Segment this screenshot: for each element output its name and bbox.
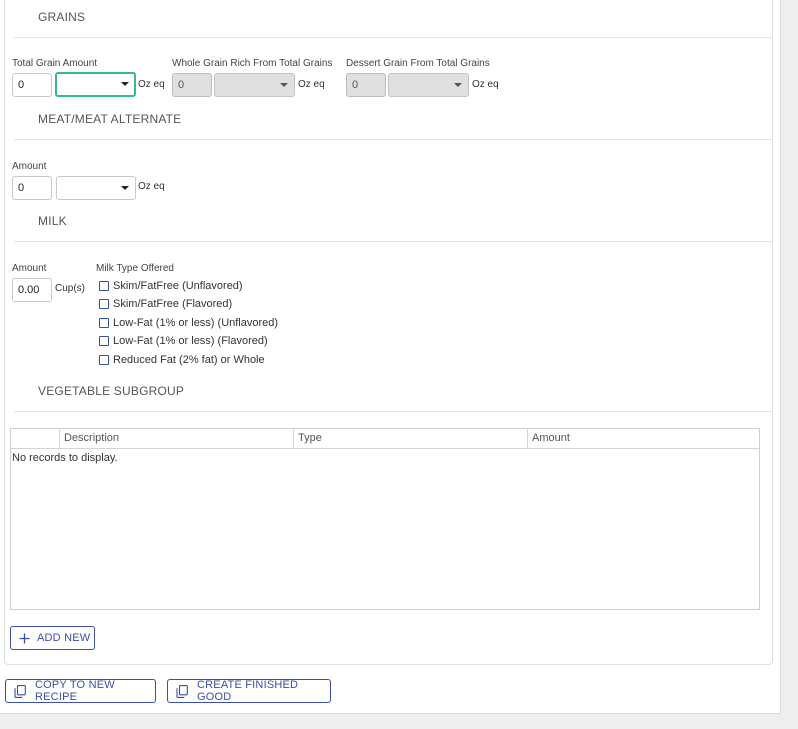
dessert-grain-input: 0: [346, 73, 386, 97]
caret-down-icon: [454, 83, 462, 87]
dessert-grain-unit-dropdown: [388, 73, 469, 97]
whole-grain-input: 0: [172, 73, 212, 97]
milk-type-option[interactable]: Low-Fat (1% or less) (Flavored): [99, 334, 268, 348]
meat-amount-label: Amount: [12, 161, 47, 172]
milk-amount-unit: Cup(s): [55, 283, 86, 294]
caret-down-icon: [121, 82, 129, 86]
meat-amount-input[interactable]: 0: [12, 176, 52, 200]
checkbox[interactable]: [99, 299, 109, 309]
food-components-panel: GRAINS Total Grain Amount 0 Oz eq Whole …: [4, 0, 773, 665]
add-new-button[interactable]: ADD NEW: [10, 626, 95, 650]
milk-type-option[interactable]: Low-Fat (1% or less) (Unflavored): [99, 316, 278, 330]
vegetable-subgroup-grid: Description Type Amount No records to di…: [10, 428, 760, 610]
grid-col-type[interactable]: Type: [293, 429, 527, 449]
copy-to-new-recipe-button[interactable]: COPY TO NEW RECIPE: [5, 679, 156, 703]
meat-unit-text: Oz eq: [138, 181, 165, 192]
dessert-grain-label: Dessert Grain From Total Grains: [346, 58, 490, 69]
grid-col-amount[interactable]: Amount: [527, 429, 759, 449]
whole-grain-label: Whole Grain Rich From Total Grains: [172, 58, 333, 69]
recipe-form-card: GRAINS Total Grain Amount 0 Oz eq Whole …: [0, 0, 781, 714]
vegetable-section-title: VEGETABLE SUBGROUP: [38, 384, 185, 398]
grid-col-select[interactable]: [11, 429, 60, 449]
milk-section-title: MILK: [38, 214, 67, 228]
checkbox[interactable]: [99, 318, 109, 328]
caret-down-icon: [280, 83, 288, 87]
section-divider: [14, 241, 773, 242]
grid-col-description[interactable]: Description: [59, 429, 293, 449]
checkbox[interactable]: [99, 355, 109, 365]
milk-type-label: Milk Type Offered: [96, 263, 174, 274]
caret-down-icon: [121, 186, 129, 190]
milk-type-option[interactable]: Reduced Fat (2% fat) or Whole: [99, 353, 265, 367]
copy-icon: [14, 684, 26, 698]
milk-amount-input[interactable]: 0.00: [12, 278, 52, 302]
copy-icon: [176, 684, 188, 698]
dessert-grain-unit-text: Oz eq: [472, 79, 499, 90]
milk-amount-label: Amount: [12, 263, 47, 274]
total-grain-amount-input[interactable]: 0: [12, 73, 52, 97]
empty-grid-message: No records to display.: [12, 452, 118, 464]
milk-type-option[interactable]: Skim/FatFree (Unflavored): [99, 279, 243, 293]
checkbox[interactable]: [99, 281, 109, 291]
whole-grain-unit-text: Oz eq: [298, 79, 325, 90]
meat-section-title: MEAT/MEAT ALTERNATE: [38, 112, 182, 126]
checkbox[interactable]: [99, 336, 109, 346]
total-grain-unit-text: Oz eq: [138, 79, 165, 90]
section-divider: [14, 139, 773, 140]
milk-type-option[interactable]: Skim/FatFree (Flavored): [99, 297, 232, 311]
total-grain-unit-dropdown[interactable]: [55, 72, 136, 97]
whole-grain-unit-dropdown: [214, 73, 295, 97]
plus-icon: [19, 633, 30, 644]
section-divider: [14, 411, 773, 412]
meat-unit-dropdown[interactable]: [56, 176, 136, 200]
grid-header: Description Type Amount: [11, 429, 759, 449]
section-divider: [14, 37, 773, 38]
total-grain-amount-label: Total Grain Amount: [12, 58, 98, 69]
grains-section-title: GRAINS: [38, 10, 86, 24]
create-finished-good-button[interactable]: CREATE FINISHED GOOD: [167, 679, 331, 703]
